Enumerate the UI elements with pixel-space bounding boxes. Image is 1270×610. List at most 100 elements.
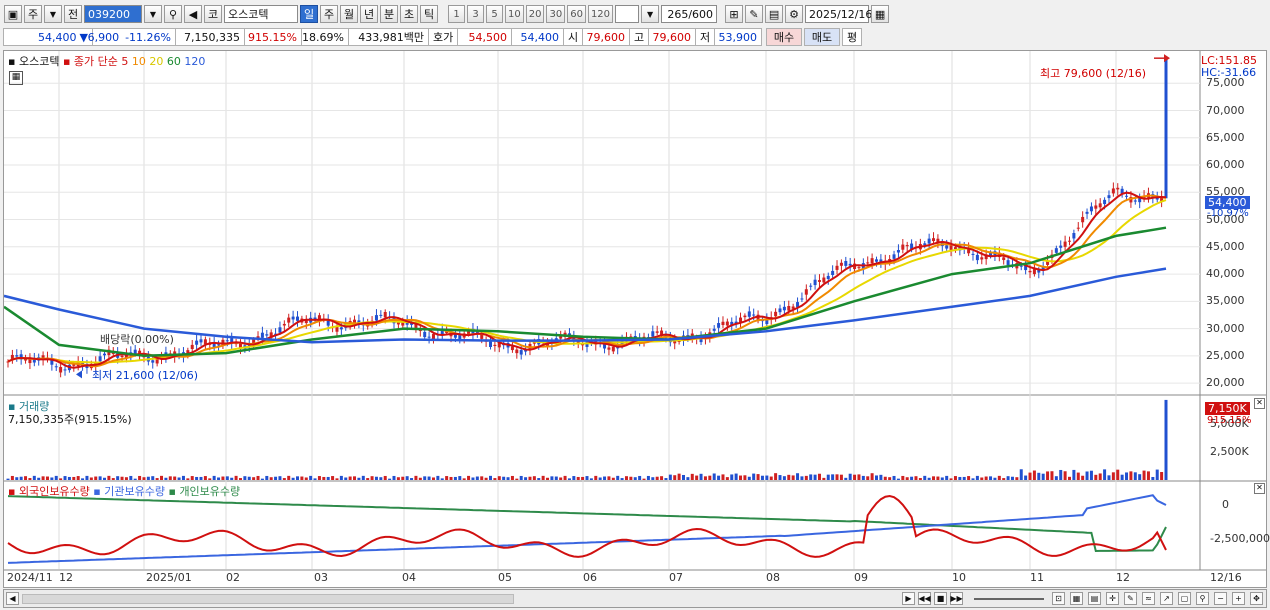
volume-bar bbox=[975, 475, 979, 480]
prev-button[interactable]: 전 bbox=[64, 5, 82, 23]
rewind-icon[interactable]: ◀◀ bbox=[918, 592, 931, 605]
interval-5[interactable]: 5 bbox=[486, 5, 503, 23]
turnover-rate: 18.69% bbox=[301, 28, 349, 46]
volume-bar bbox=[747, 476, 751, 480]
low-price: 53,900 bbox=[714, 28, 762, 46]
grid-icon[interactable]: ▦ bbox=[1070, 592, 1083, 605]
volume-bar bbox=[1046, 471, 1050, 480]
code-dropdown-icon[interactable]: ▼ bbox=[144, 5, 162, 23]
brush-icon[interactable]: ≈ bbox=[1142, 592, 1155, 605]
pencil-icon[interactable]: ✎ bbox=[1124, 592, 1137, 605]
calendar-icon[interactable]: ▦ bbox=[871, 5, 890, 23]
volume-bar bbox=[506, 477, 510, 480]
zoom-box-icon[interactable]: ⊡ bbox=[1052, 592, 1065, 605]
volume-bar bbox=[396, 477, 400, 480]
type-selector[interactable]: 주 bbox=[24, 5, 42, 23]
candle-body bbox=[721, 321, 725, 326]
fast-forward-icon[interactable]: ▶▶ bbox=[950, 592, 963, 605]
buy-button[interactable]: 매수 bbox=[766, 28, 802, 46]
interval-3[interactable]: 3 bbox=[467, 5, 484, 23]
tab-tick[interactable]: 틱 bbox=[420, 5, 438, 23]
scroll-left-icon[interactable]: ◀ bbox=[6, 592, 19, 605]
volume-bar bbox=[423, 476, 427, 480]
volume-bar bbox=[905, 477, 909, 480]
volume-bar bbox=[1133, 472, 1137, 480]
tab-second[interactable]: 초 bbox=[400, 5, 418, 23]
candle-body bbox=[607, 347, 611, 350]
search-icon[interactable]: ⚲ bbox=[164, 5, 182, 23]
save-icon[interactable]: ▤ bbox=[765, 5, 784, 23]
interval-10[interactable]: 10 bbox=[505, 5, 524, 23]
volume-bar bbox=[953, 476, 957, 480]
candle-body bbox=[1006, 260, 1010, 266]
draw-tool-icon[interactable]: ✎ bbox=[745, 5, 764, 23]
zoom-in-icon[interactable]: + bbox=[1232, 592, 1245, 605]
window-menu-icon[interactable]: ▣ bbox=[4, 5, 22, 23]
foreign-holding-line bbox=[7, 494, 1167, 558]
interval-120[interactable]: 120 bbox=[587, 5, 614, 23]
volume-bar bbox=[651, 477, 655, 480]
volume-bar bbox=[120, 476, 124, 480]
layout-icon[interactable]: ▤ bbox=[1088, 592, 1101, 605]
interval-dropdown-icon[interactable]: ▼ bbox=[641, 5, 660, 23]
stock-code-input[interactable]: 039200 bbox=[84, 5, 142, 23]
table-icon[interactable]: ▦ bbox=[9, 71, 23, 85]
tab-week[interactable]: 주 bbox=[320, 5, 338, 23]
volume-bar bbox=[278, 476, 282, 480]
volume-bar bbox=[822, 477, 826, 480]
date-input[interactable]: 2025/12/16 bbox=[805, 5, 872, 23]
candle-body bbox=[927, 238, 931, 244]
volume-bar bbox=[1160, 471, 1164, 480]
volume-bar bbox=[300, 476, 304, 480]
tab-day[interactable]: 일 bbox=[300, 5, 318, 23]
volume-bar bbox=[997, 475, 1001, 480]
bottom-bar: ◀ ▶ ◀◀ ■ ▶▶ ⊡ ▦ ▤ ✛ ✎ ≈ ↗ ▢ ⚲ − + ✥ bbox=[3, 589, 1267, 608]
holding-panel-close-icon[interactable]: ✕ bbox=[1254, 483, 1265, 494]
volume-bar bbox=[502, 476, 506, 480]
volume-bar bbox=[431, 477, 435, 480]
interval-custom-input[interactable] bbox=[615, 5, 640, 23]
volume-bar bbox=[778, 475, 782, 480]
interval-20[interactable]: 20 bbox=[525, 5, 545, 23]
arrow-tool-icon[interactable]: ↗ bbox=[1160, 592, 1173, 605]
volume-bar bbox=[133, 478, 137, 480]
scrollbar-track[interactable] bbox=[22, 594, 514, 604]
crosshair-icon[interactable]: ✛ bbox=[1106, 592, 1119, 605]
tab-minute[interactable]: 분 bbox=[380, 5, 398, 23]
sell-button[interactable]: 매도 bbox=[804, 28, 840, 46]
candle-body bbox=[1019, 265, 1023, 267]
volume-panel-close-icon[interactable]: ✕ bbox=[1254, 398, 1265, 409]
avg-button[interactable]: 평 bbox=[842, 28, 862, 46]
interval-60[interactable]: 60 bbox=[567, 5, 586, 23]
volume-bar bbox=[256, 475, 260, 480]
tab-year[interactable]: 년 bbox=[360, 5, 378, 23]
candle-body bbox=[1098, 203, 1102, 208]
zoom-out-icon[interactable]: − bbox=[1214, 592, 1227, 605]
change-value: 6,900 bbox=[87, 30, 120, 44]
volume-bar bbox=[962, 476, 966, 480]
volume-bar bbox=[1037, 472, 1041, 480]
magnifier-icon[interactable]: ⚲ bbox=[1196, 592, 1209, 605]
candle-body bbox=[826, 275, 830, 279]
tab-month[interactable]: 월 bbox=[340, 5, 358, 23]
interval-1[interactable]: 1 bbox=[448, 5, 465, 23]
ma5-legend: 5 bbox=[121, 55, 129, 68]
y-tick-label: 25,000 bbox=[1206, 348, 1245, 362]
window-icon[interactable]: ▢ bbox=[1178, 592, 1191, 605]
speaker-icon[interactable]: ◀ bbox=[184, 5, 202, 23]
candle-body bbox=[923, 243, 927, 245]
dropdown-arrow-icon[interactable]: ▼ bbox=[44, 5, 62, 23]
candle-body bbox=[493, 344, 497, 346]
candle-body bbox=[59, 367, 63, 373]
stop-icon[interactable]: ■ bbox=[934, 592, 947, 605]
gear-icon[interactable]: ⚙ bbox=[785, 5, 804, 23]
zoom-slider[interactable] bbox=[974, 598, 1044, 600]
play-icon[interactable]: ▶ bbox=[902, 592, 915, 605]
count-input[interactable]: 265/600 bbox=[661, 5, 718, 23]
chart-canvas[interactable] bbox=[4, 51, 1266, 587]
chart-area[interactable]: ▪ 오스코텍 ▪ 종가 단순 5 10 20 60 120 ▦ LC:151.8… bbox=[3, 50, 1270, 588]
pan-icon[interactable]: ✥ bbox=[1250, 592, 1263, 605]
candle-body bbox=[747, 311, 751, 317]
interval-30[interactable]: 30 bbox=[546, 5, 566, 23]
indicator-icon[interactable]: ⊞ bbox=[725, 5, 744, 23]
